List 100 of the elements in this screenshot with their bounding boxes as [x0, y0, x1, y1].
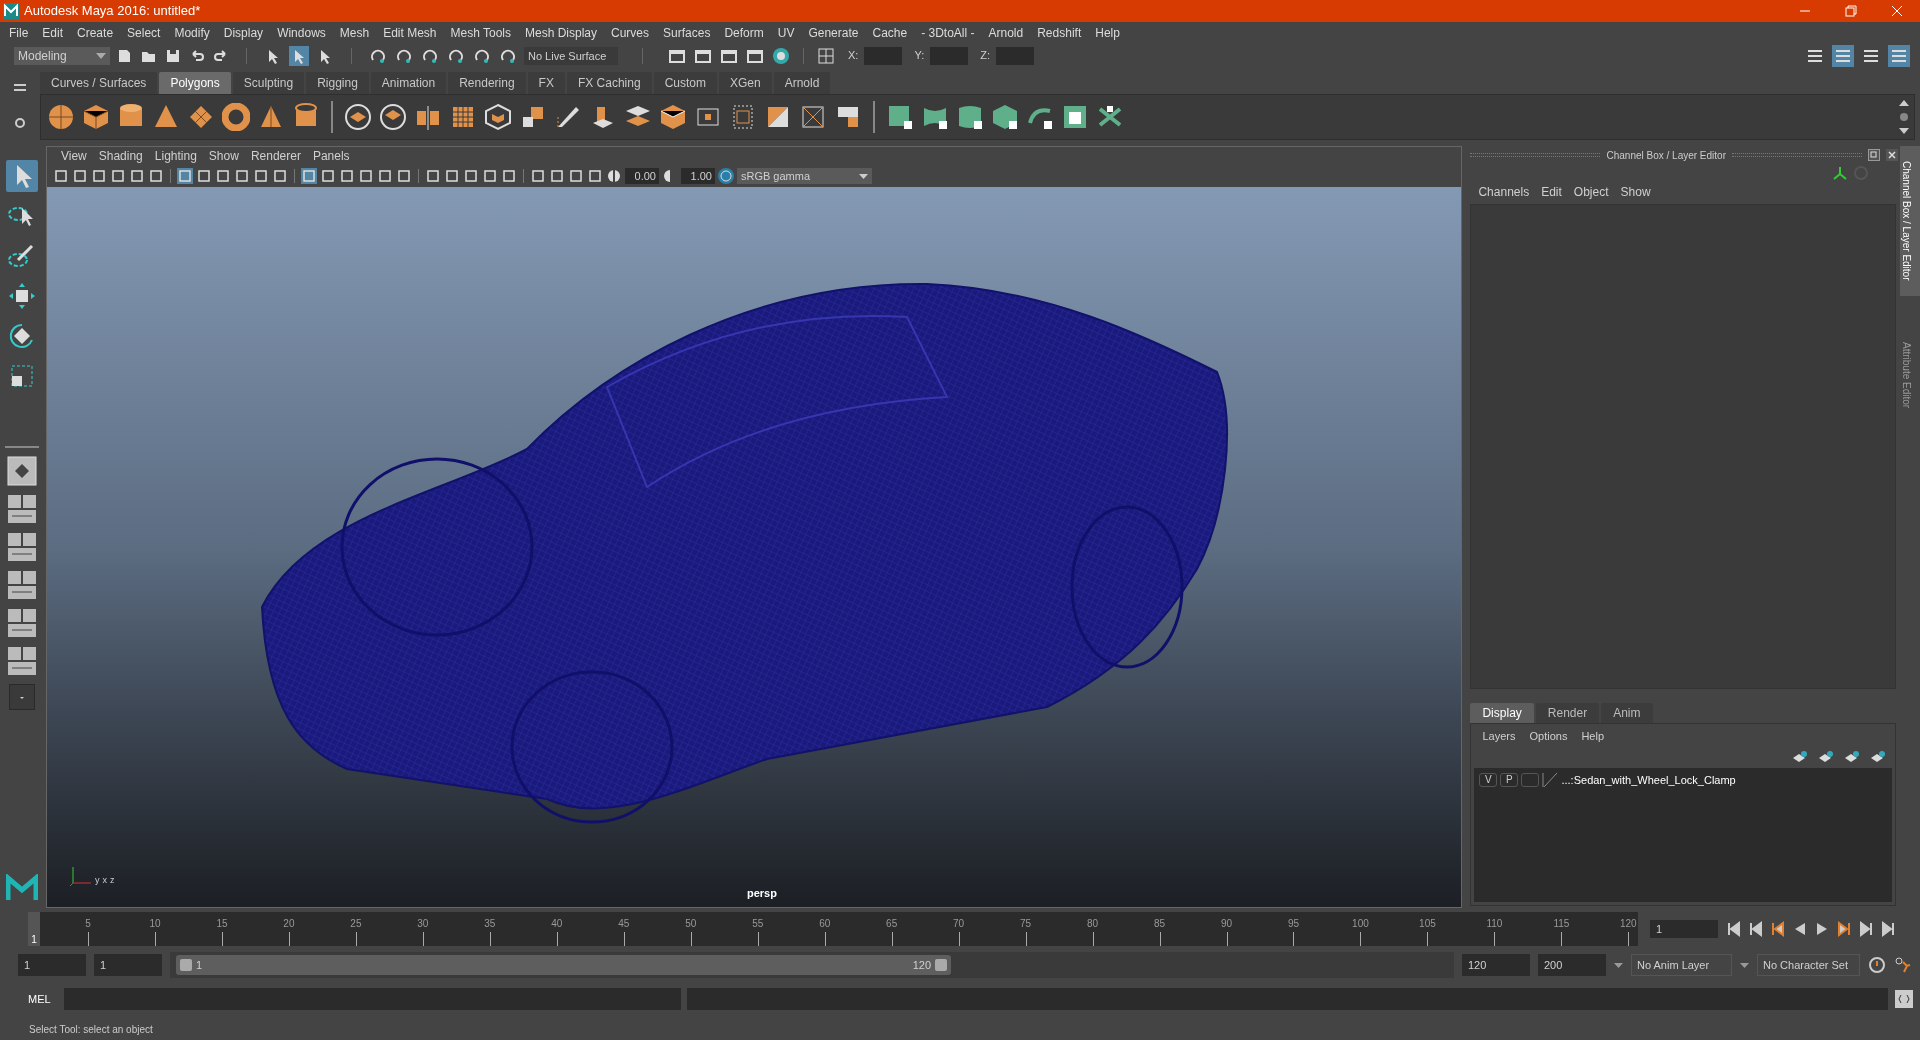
current-frame-field[interactable]: 1	[1650, 919, 1718, 938]
coordinate-field[interactable]	[930, 46, 969, 65]
menu-item[interactable]: Display	[216, 23, 271, 42]
exposure-icon[interactable]	[605, 168, 622, 184]
step-forward-frame-icon[interactable]	[1836, 920, 1852, 937]
coordinate-field[interactable]	[864, 46, 903, 65]
menu-item[interactable]: Mesh Display	[518, 23, 605, 42]
menu-item[interactable]: Mesh	[332, 23, 377, 42]
uv-editor-icon[interactable]	[1061, 103, 1089, 131]
menu-item[interactable]: Edit Mesh	[376, 23, 444, 42]
layer-name[interactable]: ...:Sedan_with_Wheel_Lock_Clamp	[1561, 771, 1736, 789]
panel-menu-item[interactable]: Renderer	[244, 147, 307, 165]
step-back-key-icon[interactable]	[1748, 920, 1764, 937]
shelf-tab[interactable]: Custom	[653, 72, 717, 94]
menu-item[interactable]: Windows	[270, 23, 333, 42]
time-slider[interactable]: 1 5 10 15 20 25 30 35 40 45 50 55 60 65 70 75 80 85 90 95 100 105 110 115 120	[28, 911, 1638, 946]
playback-end-field[interactable]: 120	[1462, 954, 1530, 976]
menu-item[interactable]: Curves	[604, 23, 657, 42]
dropdown-arrow-icon[interactable]	[1614, 962, 1623, 968]
shelf-tab[interactable]: Sculpting	[232, 72, 305, 94]
playback-toggle[interactable]: P	[1500, 773, 1519, 787]
shelf-tab[interactable]: Polygons	[159, 72, 231, 94]
menu-item[interactable]: Modify	[167, 23, 217, 42]
panel-menu-item[interactable]: Show	[202, 147, 245, 165]
menu-item[interactable]: Edit	[35, 23, 71, 42]
script-editor-icon[interactable]	[1894, 989, 1914, 1009]
menu-item[interactable]: Surfaces	[656, 23, 718, 42]
panel-menu-item[interactable]: Panels	[306, 147, 356, 165]
range-handle[interactable]	[180, 959, 192, 971]
panel-menu-item[interactable]: Shading	[92, 147, 149, 165]
shelf-tab[interactable]: Rendering	[448, 72, 526, 94]
color-management-icon[interactable]	[717, 168, 734, 184]
playback-start-field[interactable]: 1	[94, 954, 162, 976]
menu-item[interactable]: Help	[1088, 23, 1127, 42]
menu-item[interactable]: Arnold	[981, 23, 1031, 42]
layer-tab[interactable]: Display	[1470, 703, 1534, 723]
layer-tab[interactable]: Anim	[1601, 703, 1653, 723]
uv-planar-icon[interactable]	[886, 103, 914, 131]
sphere-icon[interactable]	[47, 103, 75, 131]
panel-menu-item[interactable]: View	[54, 147, 93, 165]
menu-item[interactable]: Select	[120, 23, 168, 42]
layer-menu-item[interactable]: Help	[1574, 727, 1612, 745]
step-forward-key-icon[interactable]	[1858, 920, 1874, 937]
anim-layer-field[interactable]: No Anim Layer	[1631, 954, 1732, 976]
go-to-start-icon[interactable]	[1726, 920, 1742, 937]
close-icon[interactable]	[1886, 149, 1898, 161]
menu-item[interactable]: Mesh Tools	[443, 23, 518, 42]
workspace-dropdown[interactable]: Modeling	[14, 46, 110, 65]
settings-icon[interactable]	[14, 116, 26, 129]
display-type-toggle[interactable]	[1521, 773, 1540, 787]
torus-icon[interactable]	[222, 103, 250, 131]
uv-automatic-icon[interactable]	[991, 103, 1019, 131]
go-to-end-icon[interactable]	[1880, 920, 1896, 937]
select-tool-icon[interactable]	[5, 160, 38, 192]
channel-box-menu-item[interactable]: Channels	[1472, 183, 1536, 201]
hypershade-icon[interactable]	[771, 45, 791, 66]
start-frame-field[interactable]: 1	[18, 954, 86, 976]
exposure-field[interactable]: 0.00	[624, 168, 659, 184]
cube-icon[interactable]	[82, 103, 110, 131]
menu-item[interactable]: File	[2, 23, 36, 42]
color-space-dropdown[interactable]: sRGB gamma	[736, 168, 872, 184]
axis-gizmo-icon[interactable]	[1832, 165, 1848, 181]
menu-item[interactable]: Create	[70, 23, 121, 42]
float-icon[interactable]	[1868, 149, 1880, 161]
menu-item[interactable]: - 3DtoAll -	[914, 23, 982, 42]
combine-icon[interactable]	[344, 103, 372, 131]
live-surface-field[interactable]: No Live Surface	[524, 46, 618, 65]
scroll-arrows-icon[interactable]	[1898, 99, 1910, 135]
range-bar[interactable]: 1 120	[176, 955, 951, 975]
command-input-field[interactable]	[64, 988, 681, 1010]
current-frame-marker[interactable]: 1	[28, 911, 40, 946]
step-back-frame-icon[interactable]	[1770, 920, 1786, 937]
layer-menu-item[interactable]: Options	[1522, 727, 1575, 745]
four-view-layout-icon[interactable]	[6, 494, 37, 524]
coordinate-field[interactable]	[996, 46, 1034, 65]
mirror-icon[interactable]	[414, 103, 442, 131]
shelf-tab[interactable]: Rigging	[306, 72, 369, 94]
dropdown-arrow-icon[interactable]	[1740, 962, 1749, 968]
transform-input-icon[interactable]	[816, 45, 836, 66]
gamma-field[interactable]: 1.00	[680, 168, 715, 184]
character-set-field[interactable]: No Character Set	[1757, 954, 1860, 976]
separate-icon[interactable]	[379, 103, 407, 131]
command-language-label[interactable]: MEL	[28, 990, 58, 1008]
visibility-toggle[interactable]: V	[1479, 773, 1498, 787]
new-layer-icon[interactable]	[1845, 751, 1859, 763]
menu-item[interactable]: Deform	[717, 23, 771, 42]
range-handle[interactable]	[935, 959, 947, 971]
shelf-tab[interactable]: FX Caching	[566, 72, 652, 94]
panel-menu-item[interactable]: Lighting	[148, 147, 203, 165]
channel-box-menu-item[interactable]: Show	[1614, 183, 1657, 201]
cube-outline-icon[interactable]	[484, 103, 512, 131]
menu-item[interactable]: UV	[770, 23, 802, 42]
uv-spherical-icon[interactable]	[956, 103, 984, 131]
shelf-tab[interactable]: XGen	[718, 72, 772, 94]
side-tab[interactable]: Channel Box / Layer Editor	[1900, 146, 1920, 296]
menu-item[interactable]: Redshift	[1030, 23, 1089, 42]
end-frame-field[interactable]: 200	[1538, 954, 1606, 976]
layer-tab[interactable]: Render	[1535, 703, 1600, 723]
menu-item[interactable]: Generate	[801, 23, 866, 42]
shelf-menu-icon[interactable]	[14, 83, 26, 92]
